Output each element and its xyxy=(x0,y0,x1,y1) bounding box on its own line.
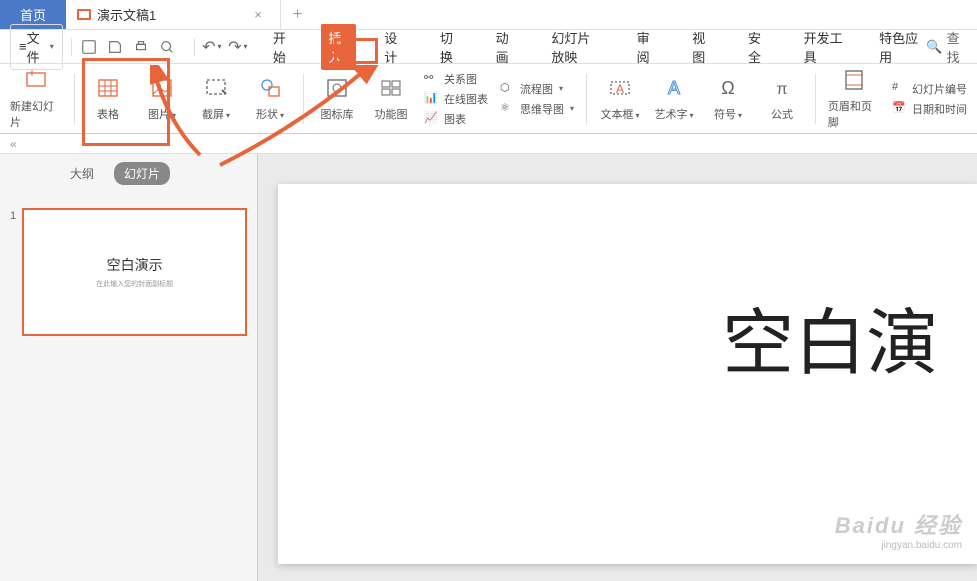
file-menu-label: 文件 xyxy=(27,28,48,66)
online-chart-icon: 📊 xyxy=(424,91,440,107)
document-tab[interactable]: 演示文稿1 × xyxy=(66,0,280,29)
datetime-icon: 📅 xyxy=(892,101,908,117)
svg-text:π: π xyxy=(776,81,787,98)
flowchart-label: 流程图 xyxy=(520,81,553,97)
watermark-url: jingyan.baidu.com xyxy=(835,540,962,551)
new-slide-button[interactable]: 新建幻灯片 xyxy=(10,68,62,130)
tab-dev[interactable]: 开发工具 xyxy=(796,24,851,70)
formula-icon: π xyxy=(770,76,794,100)
slide-meta-group: #幻灯片编号 📅日期和时间 xyxy=(892,81,967,117)
slide-number-label: 幻灯片编号 xyxy=(912,81,967,97)
svg-text:A: A xyxy=(616,82,624,96)
chevron-down-icon: ▾ xyxy=(689,111,693,120)
close-tab-icon[interactable]: × xyxy=(246,7,270,22)
undo-redo-group: ↶▾ ↷▾ xyxy=(194,38,255,56)
online-chart-button[interactable]: 📊在线图表 xyxy=(424,91,488,107)
mindmap-button[interactable]: ⚛思维导图 ▾ xyxy=(500,101,574,117)
chart-icon: 📈 xyxy=(424,111,440,127)
undo-icon[interactable]: ↶▾ xyxy=(203,38,221,56)
hamburger-icon[interactable]: ≡ 文件▾ xyxy=(10,24,63,70)
textbox-icon: A xyxy=(608,76,632,100)
symbol-button[interactable]: Ω 符号▾ xyxy=(707,76,749,122)
slide-panel: 大纲 幻灯片 1 空白演示 在此输入您的封面副标题 xyxy=(0,154,258,581)
print-icon[interactable] xyxy=(132,38,150,56)
chevron-down-icon: ▾ xyxy=(570,104,574,113)
watermark-logo: Baidu 经验 xyxy=(835,508,962,540)
header-footer-icon xyxy=(842,68,866,92)
header-footer-button[interactable]: 页眉和页脚 xyxy=(828,68,880,130)
divider xyxy=(815,74,816,124)
save-as-icon[interactable] xyxy=(106,38,124,56)
header-footer-label: 页眉和页脚 xyxy=(828,98,880,130)
datetime-button[interactable]: 📅日期和时间 xyxy=(892,101,967,117)
slides-tab[interactable]: 幻灯片 xyxy=(114,162,170,185)
quick-access-toolbar xyxy=(71,38,184,56)
chevron-down-icon: ▾ xyxy=(738,111,742,120)
tab-transition[interactable]: 切换 xyxy=(432,24,468,70)
annotation-arrow xyxy=(210,65,380,175)
tab-special[interactable]: 特色应用 xyxy=(871,24,926,70)
redo-icon[interactable]: ↷▾ xyxy=(229,38,247,56)
tab-security[interactable]: 安全 xyxy=(740,24,776,70)
slide-number-button[interactable]: #幻灯片编号 xyxy=(892,81,967,97)
online-chart-label: 在线图表 xyxy=(444,91,488,107)
tab-view[interactable]: 视图 xyxy=(684,24,720,70)
textbox-label: 文本框 xyxy=(600,109,633,121)
thumb-subtitle: 在此输入您的封面副标题 xyxy=(96,279,173,289)
relation-chart-button[interactable]: ⚯关系图 xyxy=(424,71,488,87)
tab-start[interactable]: 开始 xyxy=(265,24,301,70)
save-icon[interactable] xyxy=(80,38,98,56)
chart-group: ⚯关系图 📊在线图表 📈图表 xyxy=(424,71,488,127)
chevron-down-icon: ▾ xyxy=(559,84,563,93)
new-slide-icon xyxy=(24,68,48,92)
flowchart-icon: ⬡ xyxy=(500,81,516,97)
tab-review[interactable]: 审阅 xyxy=(629,24,665,70)
search-icon: 🔍 xyxy=(926,39,942,55)
print-preview-icon[interactable] xyxy=(158,38,176,56)
wordart-button[interactable]: A 艺术字▾ xyxy=(653,76,695,122)
divider xyxy=(586,74,587,124)
symbol-icon: Ω xyxy=(716,76,740,100)
tab-slideshow[interactable]: 幻灯片放映 xyxy=(543,24,608,70)
slide-thumbnail-container: 1 空白演示 在此输入您的封面副标题 xyxy=(0,193,257,351)
tab-animation[interactable]: 动画 xyxy=(488,24,524,70)
slide-number-icon: # xyxy=(892,81,908,97)
svg-text:A: A xyxy=(668,78,680,98)
datetime-label: 日期和时间 xyxy=(912,101,967,117)
formula-label: 公式 xyxy=(771,106,793,122)
main-area: 大纲 幻灯片 1 空白演示 在此输入您的封面副标题 空白演 xyxy=(0,154,977,581)
wordart-icon: A xyxy=(662,76,686,100)
wordart-label: 艺术字 xyxy=(654,109,687,121)
symbol-label: 符号 xyxy=(714,109,736,121)
chart-button[interactable]: 📈图表 xyxy=(424,111,488,127)
slide-thumbnail[interactable]: 空白演示 在此输入您的封面副标题 xyxy=(22,208,247,336)
tab-design[interactable]: 设计 xyxy=(376,24,412,70)
chart-label: 图表 xyxy=(444,111,466,127)
textbox-button[interactable]: A 文本框▾ xyxy=(599,76,641,122)
presentation-icon xyxy=(76,7,92,23)
search-button[interactable]: 🔍 查找 xyxy=(926,28,967,66)
mindmap-label: 思维导图 xyxy=(520,101,564,117)
mindmap-icon: ⚛ xyxy=(500,101,516,117)
new-slide-label: 新建幻灯片 xyxy=(10,98,62,130)
formula-button[interactable]: π 公式 xyxy=(761,76,803,122)
relation-label: 关系图 xyxy=(444,71,477,87)
svg-text:Ω: Ω xyxy=(721,78,734,98)
slide-canvas[interactable]: 空白演 xyxy=(278,184,977,564)
watermark: Baidu 经验 jingyan.baidu.com xyxy=(835,508,962,551)
diagram-group: ⬡流程图 ▾ ⚛思维导图 ▾ xyxy=(500,81,574,117)
relation-icon: ⚯ xyxy=(424,71,440,87)
feature-image-icon xyxy=(379,76,403,100)
highlight-table-picture xyxy=(82,58,170,146)
thumb-title: 空白演示 xyxy=(107,255,163,275)
slide-title[interactable]: 空白演 xyxy=(278,284,938,389)
search-label: 查找 xyxy=(947,28,967,66)
outline-tab[interactable]: 大纲 xyxy=(60,162,104,185)
highlight-insert-tab xyxy=(334,38,378,64)
chevron-down-icon: ▾ xyxy=(635,111,639,120)
flowchart-button[interactable]: ⬡流程图 ▾ xyxy=(500,81,574,97)
divider xyxy=(74,74,75,124)
slide-number: 1 xyxy=(10,210,16,336)
document-name: 演示文稿1 xyxy=(97,5,156,24)
